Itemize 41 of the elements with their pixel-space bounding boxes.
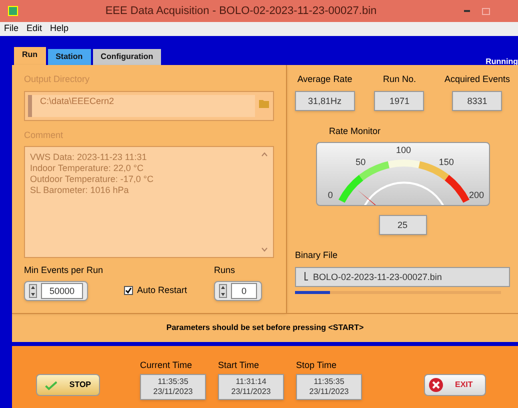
gauge-tick-label: 50 bbox=[356, 158, 366, 168]
tab[interactable]: Run bbox=[14, 47, 46, 65]
menu-item[interactable]: File bbox=[4, 22, 19, 36]
tab[interactable]: Station bbox=[48, 49, 91, 65]
gauge-tick-label: 0 bbox=[328, 190, 333, 200]
comment-line: Indoor Temperature: 22,0 °C bbox=[30, 163, 144, 174]
indicator-display: 31,81Hz bbox=[295, 90, 355, 110]
auto-restart-checkbox[interactable]: Auto Restart bbox=[124, 284, 188, 297]
exit-button[interactable]: EXIT bbox=[424, 374, 486, 396]
comment-line: SL Barometer: 1016 hPa bbox=[30, 185, 130, 196]
time-label: Current Time bbox=[140, 358, 194, 372]
menu-item[interactable]: Help bbox=[50, 22, 69, 36]
status-message: Parameters should be set before pressing <START> bbox=[166, 322, 364, 334]
indicator-label: Acquired Events bbox=[444, 73, 510, 86]
indicator-display: 8331 bbox=[452, 90, 502, 110]
field-label: Runs bbox=[214, 264, 236, 276]
gauge-tick-label: 200 bbox=[469, 190, 484, 200]
window-title: EEE Data Acquisition - BOLO-02-2023-11-23-00027.bin bbox=[104, 4, 378, 19]
comment-line: Outdoor Temperature: -17,0 °C bbox=[30, 174, 154, 185]
gauge-label: Rate Monitor bbox=[329, 124, 381, 138]
stop-button[interactable]: STOP bbox=[36, 374, 100, 396]
time-label: Stop Time bbox=[296, 358, 338, 372]
indicator-label: Run No. bbox=[382, 73, 416, 86]
binary-file-field: BOLO-02-2023-11-23-00027.bin bbox=[295, 266, 510, 286]
comment-line: VWS Data: 2023-11-23 11:31 bbox=[30, 152, 148, 163]
time-display: 11:35:35 23/11/2023 bbox=[296, 374, 362, 400]
runs-spinner[interactable]: 0 bbox=[214, 281, 262, 301]
time-display: 11:31:14 23/11/2023 bbox=[218, 374, 284, 400]
indicator-label: Average Rate bbox=[297, 73, 352, 86]
indicator-display: 1971 bbox=[374, 90, 424, 110]
gauge-reading: 25 bbox=[378, 215, 426, 235]
running-status: Running bbox=[486, 56, 518, 68]
min-events-spinner[interactable]: 50000 bbox=[24, 281, 88, 301]
menu-item[interactable]: Edit bbox=[26, 22, 42, 36]
field-label: Min Events per Run bbox=[24, 264, 104, 277]
time-label: Start Time bbox=[218, 358, 260, 372]
time-display: 11:35:35 23/11/2023 bbox=[140, 374, 206, 400]
field-label: Binary File bbox=[295, 249, 339, 262]
gauge-tick-label: 100 bbox=[396, 146, 412, 155]
tab[interactable]: Configuration bbox=[92, 49, 162, 65]
gauge-tick-label: 150 bbox=[438, 158, 454, 168]
